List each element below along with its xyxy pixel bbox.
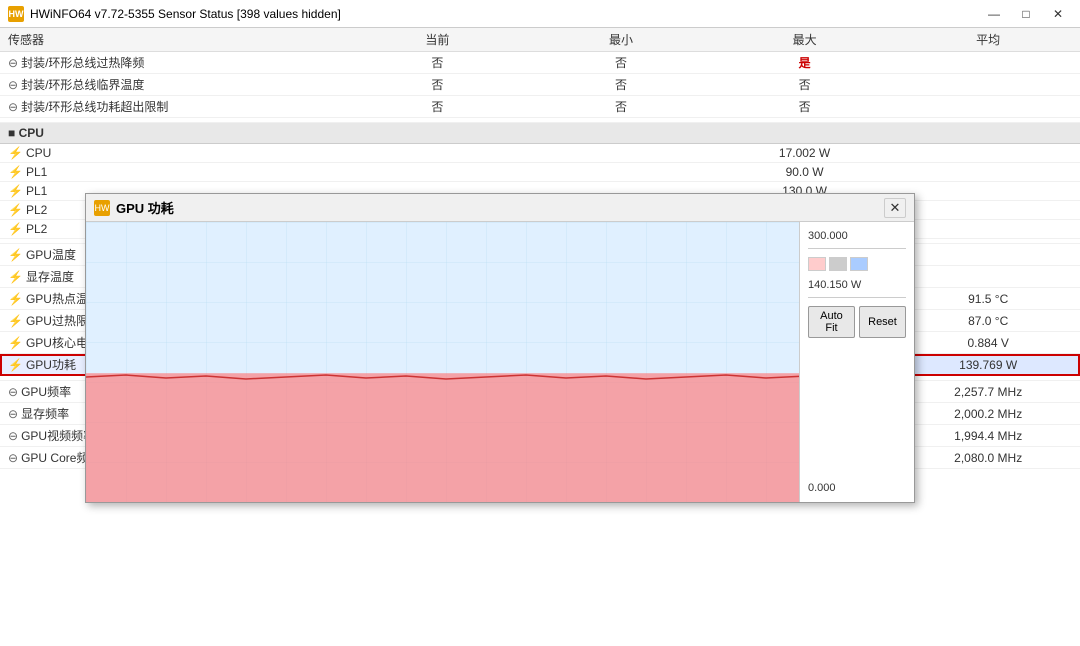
popup-app-icon: HW <box>94 200 110 216</box>
sensor-current <box>346 144 530 163</box>
sensor-avg <box>896 52 1080 74</box>
sensor-avg <box>896 163 1080 182</box>
sensor-avg <box>896 182 1080 201</box>
sensor-avg <box>896 74 1080 96</box>
sensor-avg <box>896 244 1080 266</box>
sensor-avg: 87.0 °C <box>896 310 1080 332</box>
table-row[interactable]: ⊖封装/环形总线过热降频 否 否 是 <box>0 52 1080 74</box>
popup-title: GPU 功耗 <box>116 198 174 217</box>
sensor-name: ⊖封装/环形总线过热降频 <box>0 52 346 74</box>
thunder-icon: ⚡ <box>8 292 23 306</box>
sensor-min: 否 <box>529 52 713 74</box>
y-axis-bottom: 0.000 <box>808 482 906 494</box>
maximize-button[interactable]: □ <box>1012 4 1040 24</box>
sensor-min <box>529 163 713 182</box>
section-header: ■ CPU <box>0 123 1080 144</box>
sensor-avg <box>896 266 1080 288</box>
app-icon: HW <box>8 6 24 22</box>
sensor-avg: 2,080.0 MHz <box>896 447 1080 469</box>
thunder-icon: ⚡ <box>8 184 23 198</box>
col-min: 最小 <box>529 28 713 52</box>
window-title: HWiNFO64 v7.72-5355 Sensor Status [398 v… <box>30 7 341 21</box>
sensor-max: 是 <box>713 52 897 74</box>
y-axis-mid: 140.150 W <box>808 279 906 298</box>
popup-title-bar: HW GPU 功耗 ✕ <box>86 194 914 222</box>
color-swatches <box>808 257 906 271</box>
thunder-icon: ⚡ <box>8 222 23 236</box>
sensor-avg <box>896 201 1080 220</box>
table-row[interactable]: ⚡CPU 17.002 W <box>0 144 1080 163</box>
sensor-max: 否 <box>713 74 897 96</box>
minus-circle-icon: ⊖ <box>8 100 18 114</box>
col-max: 最大 <box>713 28 897 52</box>
sensor-avg: 2,000.2 MHz <box>896 403 1080 425</box>
swatch-gray <box>829 257 847 271</box>
gpu-chart-svg <box>86 222 799 502</box>
thunder-icon: ⚡ <box>8 248 23 262</box>
sensor-avg: 91.5 °C <box>896 288 1080 310</box>
gpu-chart-area <box>86 222 799 502</box>
sensor-avg: 139.769 W <box>896 354 1080 376</box>
popup-right-panel: 300.000 140.150 W Auto Fit Reset 0.000 <box>799 222 914 502</box>
thunder-icon: ⚡ <box>8 203 23 217</box>
swatch-blue <box>850 257 868 271</box>
minus-circle-icon: ⊖ <box>8 429 18 443</box>
main-content: 传感器 当前 最小 最大 平均 ⊖封装/环形总线过热降频 否 否 是 ⊖封装/环… <box>0 28 1080 646</box>
reset-button[interactable]: Reset <box>859 306 906 338</box>
sensor-current: 否 <box>346 96 530 118</box>
gpu-power-popup: HW GPU 功耗 ✕ <box>85 193 915 503</box>
sensor-current: 否 <box>346 74 530 96</box>
minus-circle-icon: ⊖ <box>8 78 18 92</box>
sensor-name: ⚡PL1 <box>0 163 346 182</box>
thunder-icon: ⚡ <box>8 336 23 350</box>
title-bar-left: HW HWiNFO64 v7.72-5355 Sensor Status [39… <box>8 6 341 22</box>
sensor-avg <box>896 144 1080 163</box>
sensor-name: ⊖封装/环形总线功耗超出限制 <box>0 96 346 118</box>
thunder-icon: ⚡ <box>8 165 23 179</box>
popup-close-button[interactable]: ✕ <box>884 198 906 218</box>
sensor-current <box>346 163 530 182</box>
sensor-min <box>529 144 713 163</box>
popup-body: 300.000 140.150 W Auto Fit Reset 0.000 <box>86 222 914 502</box>
sensor-current: 否 <box>346 52 530 74</box>
auto-fit-button[interactable]: Auto Fit <box>808 306 855 338</box>
swatch-pink <box>808 257 826 271</box>
minus-circle-icon: ⊖ <box>8 407 18 421</box>
minus-circle-icon: ⊖ <box>8 56 18 70</box>
sensor-avg <box>896 220 1080 239</box>
sensor-max: 否 <box>713 96 897 118</box>
minus-circle-icon: ⊖ <box>8 451 18 465</box>
close-button[interactable]: ✕ <box>1044 4 1072 24</box>
col-avg: 平均 <box>896 28 1080 52</box>
title-bar: HW HWiNFO64 v7.72-5355 Sensor Status [39… <box>0 0 1080 28</box>
sensor-avg: 0.884 V <box>896 332 1080 354</box>
thunder-icon: ⚡ <box>8 146 23 160</box>
sensor-max: 17.002 W <box>713 144 897 163</box>
popup-title-left: HW GPU 功耗 <box>94 198 174 217</box>
col-sensor: 传感器 <box>0 28 346 52</box>
sensor-max: 90.0 W <box>713 163 897 182</box>
sensor-avg: 2,257.7 MHz <box>896 381 1080 403</box>
sensor-name: ⚡CPU <box>0 144 346 163</box>
sensor-min: 否 <box>529 74 713 96</box>
thunder-icon: ⚡ <box>8 358 23 372</box>
col-current: 当前 <box>346 28 530 52</box>
title-bar-controls: — □ ✕ <box>980 4 1072 24</box>
minimize-button[interactable]: — <box>980 4 1008 24</box>
sensor-min: 否 <box>529 96 713 118</box>
table-row[interactable]: ⊖封装/环形总线临界温度 否 否 否 <box>0 74 1080 96</box>
y-axis-top: 300.000 <box>808 230 906 249</box>
minus-circle-icon: ⊖ <box>8 385 18 399</box>
table-row[interactable]: ⚡PL1 90.0 W <box>0 163 1080 182</box>
sensor-name: ⊖封装/环形总线临界温度 <box>0 74 346 96</box>
sensor-avg <box>896 96 1080 118</box>
popup-buttons: Auto Fit Reset <box>808 306 906 338</box>
thunder-icon: ⚡ <box>8 314 23 328</box>
sensor-avg: 1,994.4 MHz <box>896 425 1080 447</box>
thunder-icon: ⚡ <box>8 270 23 284</box>
table-row[interactable]: ⊖封装/环形总线功耗超出限制 否 否 否 <box>0 96 1080 118</box>
